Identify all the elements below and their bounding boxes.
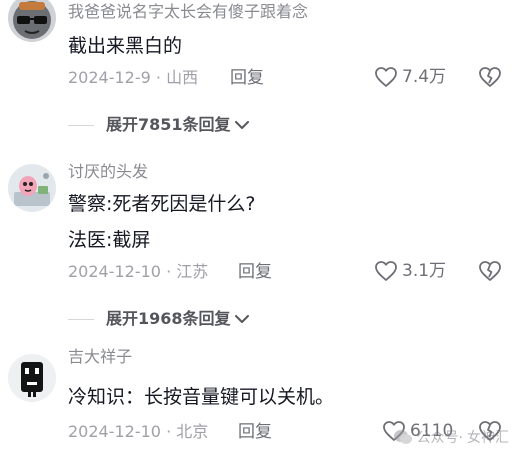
avatar[interactable] bbox=[8, 0, 56, 42]
watermark-text: 女神汇 bbox=[467, 430, 509, 446]
watermark: 公众号· 女神汇 bbox=[393, 427, 509, 447]
divider-line bbox=[68, 124, 94, 126]
dislike-button[interactable] bbox=[478, 66, 502, 92]
broken-heart-icon bbox=[479, 67, 501, 87]
comment-username[interactable]: 我爸爸说名字太长会有傻子跟着念 bbox=[68, 2, 308, 22]
comment-date: 2024-12-10 bbox=[68, 262, 161, 281]
expand-replies-label: 展开7851条回复 bbox=[106, 115, 231, 134]
divider-line bbox=[68, 318, 94, 320]
avatar[interactable] bbox=[8, 354, 56, 402]
comment-text: 法医:截屏 bbox=[68, 229, 151, 251]
comment-location: 江苏 bbox=[176, 262, 209, 281]
robot-avatar-icon bbox=[8, 354, 56, 402]
comment-date: 2024-12-10 bbox=[68, 422, 161, 441]
dislike-button[interactable] bbox=[478, 260, 502, 286]
comment-username[interactable]: 吉大祥子 bbox=[68, 347, 132, 367]
sunglasses-avatar-icon bbox=[8, 0, 56, 42]
expand-replies-label: 展开1968条回复 bbox=[106, 309, 231, 328]
heart-outline-icon bbox=[375, 261, 397, 281]
comment-meta: 2024-12-10 · 江苏 bbox=[68, 262, 209, 281]
chevron-down-icon bbox=[234, 315, 249, 323]
chevron-down-icon bbox=[234, 121, 249, 129]
expand-replies-button[interactable]: 展开1968条回复 bbox=[68, 308, 250, 330]
wechat-icon bbox=[393, 430, 412, 444]
cartoon-avatar-icon bbox=[8, 164, 56, 212]
comment-text: 截出来黑白的 bbox=[68, 35, 183, 57]
comment-item: 我爸爸说名字太长会有傻子跟着念 截出来黑白的 2024-12-9 · 山西 回复… bbox=[0, 0, 517, 150]
watermark-prefix: 公众号· bbox=[416, 430, 463, 446]
comment-text: 警察:死者死因是什么? bbox=[68, 193, 256, 215]
reply-button[interactable]: 回复 bbox=[238, 421, 272, 443]
comment-item: 讨厌的头发 警察:死者死因是什么? 法医:截屏 2024-12-10 · 江苏 … bbox=[0, 160, 517, 330]
comment-username[interactable]: 讨厌的头发 bbox=[68, 162, 148, 182]
comment-meta: 2024-12-9 · 山西 bbox=[68, 68, 199, 87]
like-button[interactable]: 7.4万 bbox=[374, 66, 446, 88]
reply-button[interactable]: 回复 bbox=[230, 67, 264, 89]
avatar[interactable] bbox=[8, 164, 56, 212]
comment-meta: 2024-12-10 · 北京 bbox=[68, 422, 209, 441]
comment-date: 2024-12-9 bbox=[68, 68, 151, 87]
broken-heart-icon bbox=[479, 261, 501, 281]
comment-location: 北京 bbox=[176, 422, 209, 441]
heart-outline-icon bbox=[375, 67, 397, 87]
like-button[interactable]: 3.1万 bbox=[374, 260, 446, 282]
reply-button[interactable]: 回复 bbox=[238, 261, 272, 283]
comment-text: 冷知识：长按音量键可以关机。 bbox=[68, 386, 335, 408]
comment-location: 山西 bbox=[166, 68, 199, 87]
expand-replies-button[interactable]: 展开7851条回复 bbox=[68, 114, 250, 136]
like-count: 7.4万 bbox=[402, 67, 447, 87]
like-count: 3.1万 bbox=[402, 261, 447, 281]
